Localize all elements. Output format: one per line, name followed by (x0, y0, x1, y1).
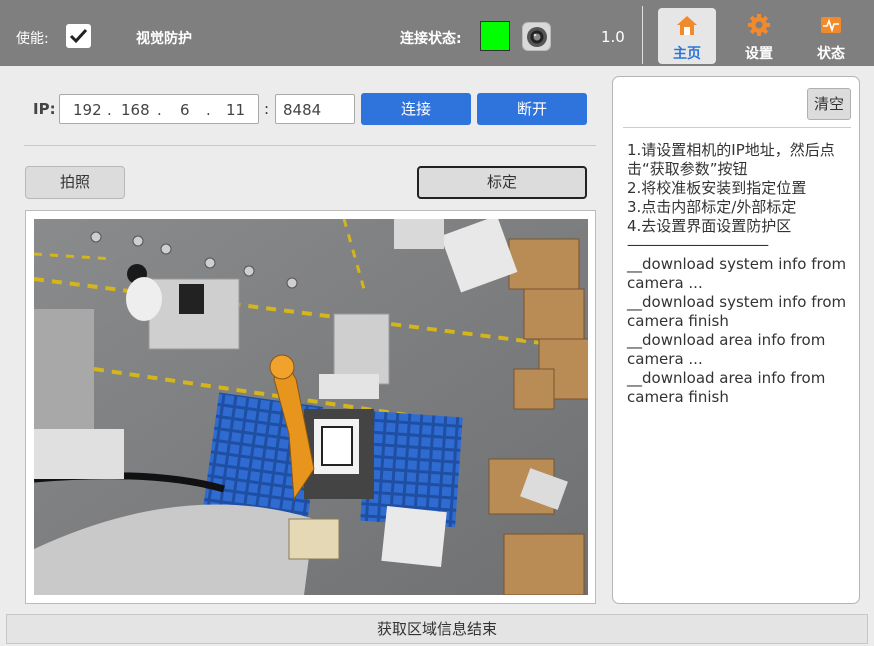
log-line: __download area info from camera ... (627, 331, 831, 368)
log-separator-line: ----------------------------------------… (627, 238, 769, 253)
calibrate-button[interactable]: 标定 (417, 166, 587, 199)
camera-view-frame (25, 210, 596, 604)
camera-scene-image (34, 219, 588, 595)
log-line: __download system info from camera ... (627, 255, 851, 292)
log-panel: 清空 1.请设置相机的IP地址，然后点击“获取参数”按钮 2.将校准板安装到指定… (612, 76, 860, 604)
clear-log-button[interactable]: 清空 (807, 88, 851, 120)
port-input[interactable]: 8484 (275, 94, 355, 124)
ip-label: IP: (33, 100, 56, 118)
ip-octet-4[interactable]: 11 (226, 101, 245, 119)
camera-button[interactable] (522, 22, 551, 51)
enable-label: 使能: (16, 31, 49, 47)
log-line: __download area info from camera finish (627, 369, 831, 406)
vision-protection-label: 视觉防护 (136, 31, 192, 47)
ip-octet-3[interactable]: 6 (180, 101, 190, 119)
capture-photo-button[interactable]: 拍照 (25, 166, 125, 199)
ip-address-input[interactable]: 192 . 168 . 6 . 11 (59, 94, 259, 124)
log-output: 1.请设置相机的IP地址，然后点击“获取参数”按钮 2.将校准板安装到指定位置 … (627, 141, 855, 407)
ip-octet-2[interactable]: 168 (121, 101, 150, 119)
top-toolbar: 使能: 视觉防护 连接状态: 1.0 主页 设置 状态 (0, 0, 874, 66)
log-line: 2.将校准板安装到指定位置 (627, 179, 807, 197)
disconnect-button[interactable]: 断开 (477, 93, 587, 125)
tab-settings-label: 设置 (745, 46, 773, 62)
tab-home[interactable]: 主页 (658, 8, 716, 64)
tab-status-label: 状态 (817, 46, 845, 62)
tab-home-label: 主页 (673, 46, 701, 62)
section-divider (24, 145, 596, 146)
log-line: __download system info from camera finis… (627, 293, 851, 330)
status-icon (821, 17, 841, 33)
checkmark-icon (69, 28, 88, 44)
log-line: 4.去设置界面设置防护区 (627, 217, 792, 235)
connection-status-indicator (480, 21, 510, 51)
version-label: 1.0 (601, 28, 625, 46)
log-line: 3.点击内部标定/外部标定 (627, 198, 797, 216)
camera-icon (527, 27, 547, 47)
ip-port-separator: : (264, 100, 270, 118)
log-divider (623, 127, 851, 128)
connect-button[interactable]: 连接 (361, 93, 471, 125)
log-line: 1.请设置相机的IP地址，然后点击“获取参数”按钮 (627, 141, 835, 178)
tab-status[interactable]: 状态 (802, 8, 860, 64)
camera-image[interactable] (34, 219, 588, 595)
connection-status-label: 连接状态: (400, 31, 462, 47)
home-icon (677, 16, 697, 35)
ip-octet-1[interactable]: 192 (73, 101, 102, 119)
toolbar-divider (642, 6, 643, 64)
enable-checkbox[interactable] (66, 24, 91, 48)
status-bar: 获取区域信息结束 (6, 614, 868, 644)
tab-settings[interactable]: 设置 (730, 8, 788, 64)
gear-icon (748, 14, 770, 36)
